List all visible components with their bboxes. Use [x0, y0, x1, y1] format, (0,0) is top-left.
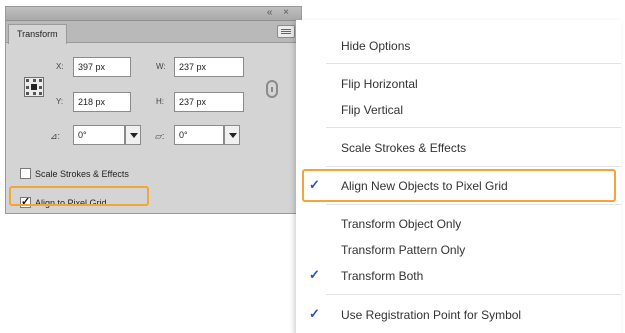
align-new-objects-highlight [302, 169, 616, 202]
menu-item-hide-options[interactable]: Hide Options [341, 39, 410, 53]
ref-point-bl[interactable] [26, 92, 29, 95]
tab-transform[interactable]: Transform [8, 24, 67, 44]
x-field[interactable]: 397 px [73, 57, 131, 77]
ref-point-tc[interactable] [33, 79, 36, 82]
ref-point-center[interactable] [31, 84, 37, 90]
menu-item-transform-both[interactable]: Transform Both [341, 269, 423, 283]
ref-point-tr[interactable] [39, 79, 42, 82]
menu-item-flip-vertical[interactable]: Flip Vertical [341, 103, 403, 117]
x-label: X: [56, 62, 64, 71]
menu-separator [326, 127, 621, 128]
w-field[interactable]: 237 px [174, 57, 244, 77]
menu-separator [326, 63, 621, 64]
constrain-proportions-icon[interactable] [266, 80, 278, 98]
menu-item-use-registration-point[interactable]: Use Registration Point for Symbol [341, 308, 521, 322]
h-label: H: [156, 97, 164, 106]
transform-panel: « × Transform X: 397 px W: 237 px Y: 218… [5, 6, 302, 214]
shear-angle-field[interactable]: 0° [174, 125, 224, 145]
panel-menu-button[interactable] [277, 25, 295, 38]
menu-item-scale-strokes[interactable]: Scale Strokes & Effects [341, 141, 466, 155]
checkmark-icon: ✓ [309, 306, 320, 321]
rotate-angle-dropdown[interactable] [125, 125, 141, 145]
menu-separator [326, 204, 621, 205]
scale-strokes-label: Scale Strokes & Effects [35, 169, 129, 179]
h-field[interactable]: 237 px [174, 92, 244, 112]
panel-tab-row: Transform [6, 21, 301, 44]
shear-angle-dropdown[interactable] [224, 125, 240, 145]
reference-point-locator[interactable] [24, 77, 44, 97]
menu-separator [326, 166, 621, 167]
rotate-angle-icon: ⊿: [50, 131, 61, 141]
tab-transform-label: Transform [17, 29, 58, 39]
checkmark-icon: ✓ [309, 267, 320, 282]
menu-item-transform-object-only[interactable]: Transform Object Only [341, 217, 461, 231]
scale-strokes-checkbox-row[interactable]: Scale Strokes & Effects [20, 167, 129, 181]
rotate-angle-field[interactable]: 0° [73, 125, 125, 145]
menu-item-transform-pattern-only[interactable]: Transform Pattern Only [341, 243, 465, 257]
menu-item-flip-horizontal[interactable]: Flip Horizontal [341, 77, 418, 91]
ref-point-ml[interactable] [26, 86, 29, 89]
ref-point-br[interactable] [39, 92, 42, 95]
menu-separator [326, 294, 621, 295]
y-label: Y: [56, 97, 64, 106]
shear-angle-icon: ▱: [155, 131, 165, 141]
align-pixel-grid-highlight [9, 186, 149, 206]
ref-point-bc[interactable] [33, 92, 36, 95]
panel-titlebar[interactable]: « × [6, 7, 301, 21]
w-label: W: [156, 62, 166, 71]
window-controls[interactable]: « × [267, 7, 293, 18]
ref-point-mr[interactable] [39, 86, 42, 89]
y-field[interactable]: 218 px [73, 92, 131, 112]
scale-strokes-checkbox[interactable] [20, 168, 31, 179]
ref-point-tl[interactable] [26, 79, 29, 82]
panel-options-menu: Hide Options Flip Horizontal Flip Vertic… [296, 20, 621, 333]
